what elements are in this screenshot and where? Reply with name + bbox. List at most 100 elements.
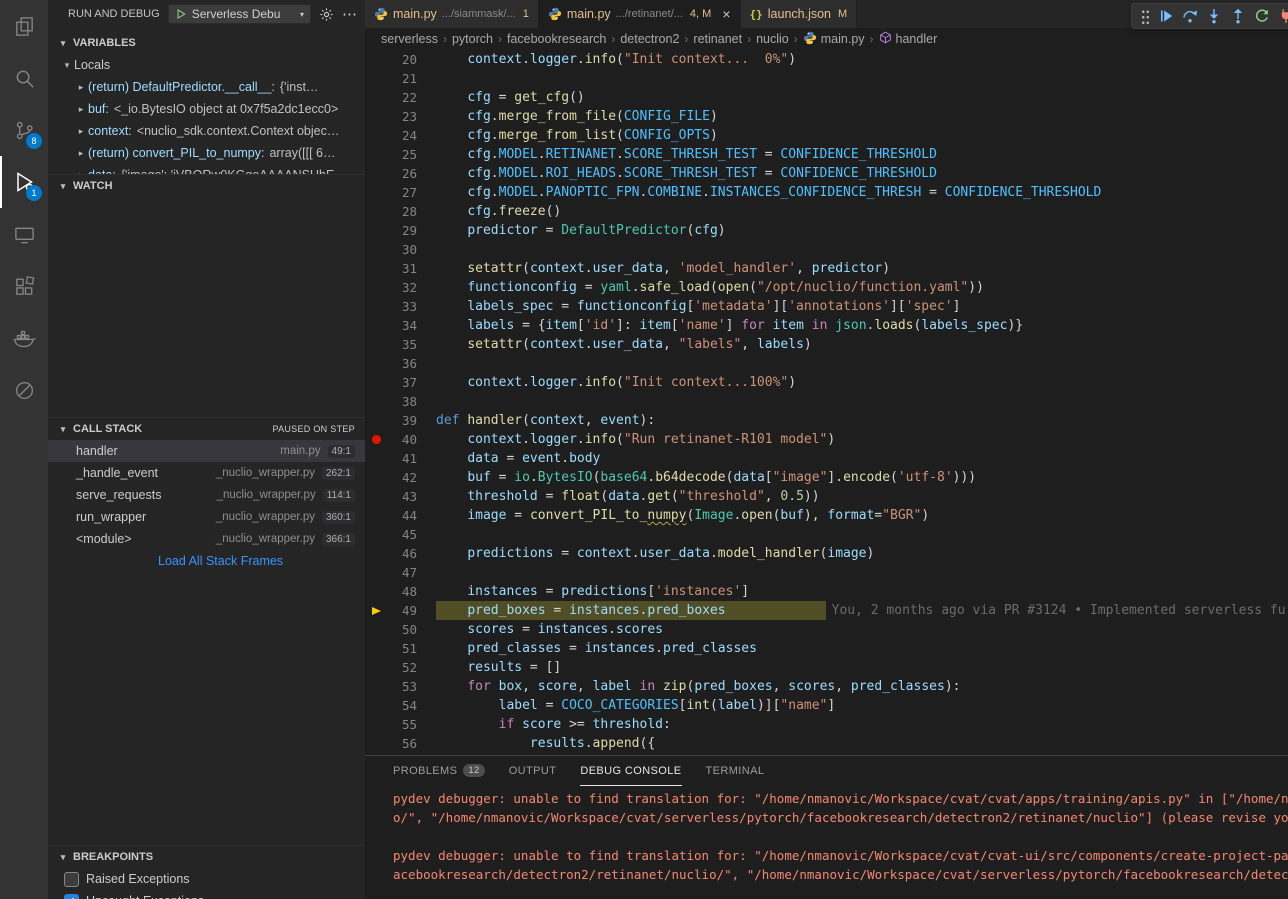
frame-name: <module> <box>76 532 132 546</box>
checkbox[interactable] <box>64 872 79 887</box>
gutter-glyph-margin[interactable] <box>365 278 387 297</box>
gutter-glyph-margin[interactable] <box>365 259 387 278</box>
close-icon[interactable]: × <box>722 7 730 21</box>
breadcrumb-item[interactable]: nuclio <box>756 32 789 46</box>
gutter-glyph-margin[interactable] <box>365 202 387 221</box>
gutter-glyph-margin[interactable] <box>365 411 387 430</box>
gutter-glyph-margin[interactable] <box>365 677 387 696</box>
line-number: 33 <box>387 297 417 316</box>
docker-icon[interactable] <box>0 312 48 364</box>
breadcrumb-item[interactable]: handler <box>879 31 938 47</box>
gutter-glyph-margin[interactable] <box>365 563 387 582</box>
gutter-glyph-margin[interactable] <box>365 582 387 601</box>
continue-button[interactable] <box>1158 8 1174 24</box>
variable-row[interactable]: ▸(return) convert_PIL_to_numpy:array([[[… <box>48 142 365 164</box>
panel-tab-problems[interactable]: PROBLEMS12 <box>393 756 485 786</box>
gutter-glyph-margin[interactable] <box>365 506 387 525</box>
gutter-glyph-margin[interactable] <box>365 88 387 107</box>
gutter-glyph-margin[interactable] <box>365 107 387 126</box>
gutter-glyph-margin[interactable] <box>365 449 387 468</box>
variables-scope-locals[interactable]: ▾Locals <box>48 54 365 76</box>
breakpoints-section-header[interactable]: ▾ BREAKPOINTS <box>48 846 365 868</box>
stack-frame-row[interactable]: run_wrapper_nuclio_wrapper.py360:1 <box>48 506 365 528</box>
gutter-glyph-margin[interactable] <box>365 297 387 316</box>
breakpoint-row[interactable]: ✓Uncaught Exceptions <box>48 890 365 899</box>
gear-icon[interactable] <box>319 7 334 22</box>
gutter-glyph-margin[interactable] <box>365 525 387 544</box>
stack-frame-row[interactable]: <module>_nuclio_wrapper.py366:1 <box>48 528 365 550</box>
gutter-glyph-margin[interactable] <box>365 316 387 335</box>
panel-tab-debug-console[interactable]: DEBUG CONSOLE <box>580 756 681 786</box>
more-actions-icon[interactable]: ⋯ <box>342 7 357 22</box>
start-debugging-icon[interactable] <box>175 8 187 20</box>
drag-grip[interactable] <box>1141 8 1150 24</box>
code-text: setattr(context.user_data, 'model_handle… <box>436 259 890 278</box>
gutter-glyph-margin[interactable] <box>365 354 387 373</box>
code-editor[interactable]: 20 context.logger.info("Init context... … <box>365 50 1288 755</box>
gutter-glyph-margin[interactable] <box>365 50 387 69</box>
gutter-glyph-margin[interactable] <box>365 430 387 449</box>
gutter-glyph-margin[interactable] <box>365 734 387 753</box>
breakpoint-icon <box>372 435 381 444</box>
gutter-glyph-margin[interactable] <box>365 69 387 88</box>
watch-section-header[interactable]: ▾ WATCH <box>48 175 365 197</box>
gutter-glyph-margin[interactable] <box>365 221 387 240</box>
restart-button[interactable] <box>1254 8 1270 24</box>
call-stack-section-header[interactable]: ▾ CALL STACK PAUSED ON STEP <box>48 418 365 440</box>
variable-row[interactable]: ▸(return) DefaultPredictor.__call__:{'in… <box>48 76 365 98</box>
gutter-glyph-margin[interactable] <box>365 601 387 620</box>
breadcrumb-item[interactable]: retinanet <box>693 32 742 46</box>
stack-frame-row[interactable]: handlermain.py49:1 <box>48 440 365 462</box>
gutter-glyph-margin[interactable] <box>365 392 387 411</box>
editor-tab[interactable]: {}launch.jsonM <box>741 0 858 28</box>
gutter-glyph-margin[interactable] <box>365 183 387 202</box>
gutter-glyph-margin[interactable] <box>365 126 387 145</box>
panel-tab-output[interactable]: OUTPUT <box>509 756 557 786</box>
step-into-button[interactable] <box>1206 8 1222 24</box>
source-control-icon[interactable]: 8 <box>0 104 48 156</box>
gutter-glyph-margin[interactable] <box>365 240 387 259</box>
gutter-glyph-margin[interactable] <box>365 696 387 715</box>
gutter-glyph-margin[interactable] <box>365 658 387 677</box>
stack-frame-row[interactable]: _handle_event_nuclio_wrapper.py262:1 <box>48 462 365 484</box>
run-and-debug-icon[interactable]: 1 <box>0 156 48 208</box>
extensions-icon[interactable] <box>0 260 48 312</box>
gutter-glyph-margin[interactable] <box>365 715 387 734</box>
gutter-glyph-margin[interactable] <box>365 468 387 487</box>
gutter-glyph-margin[interactable] <box>365 620 387 639</box>
gutter-glyph-margin[interactable] <box>365 164 387 183</box>
launch-config-picker[interactable]: Serverless Debu ▾ <box>168 4 311 24</box>
stack-frame-row[interactable]: serve_requests_nuclio_wrapper.py114:1 <box>48 484 365 506</box>
gutter-glyph-margin[interactable] <box>365 487 387 506</box>
remote-explorer-icon[interactable] <box>0 208 48 260</box>
step-out-button[interactable] <box>1230 8 1246 24</box>
breadcrumb-item[interactable]: serverless <box>381 32 438 46</box>
editor-tab[interactable]: main.py.../siammask/...1 <box>365 0 539 28</box>
gutter-glyph-margin[interactable] <box>365 145 387 164</box>
variable-value: <_io.BytesIO object at 0x7f5a2dc1ecc0> <box>114 102 338 116</box>
explorer-icon[interactable] <box>0 0 48 52</box>
breakpoints-section: ▾ BREAKPOINTS Raised Exceptions✓Uncaught… <box>48 845 365 899</box>
disconnect-button[interactable] <box>1278 8 1288 24</box>
variable-row[interactable]: ▸data:{'image': 'iVBORw0KGgoAAAANSUhE… <box>48 164 365 174</box>
load-all-stack-frames-link[interactable]: Load All Stack Frames <box>48 550 365 572</box>
variable-row[interactable]: ▸context:<nuclio_sdk.context.Context obj… <box>48 120 365 142</box>
variables-section-header[interactable]: ▾ VARIABLES <box>48 32 365 54</box>
gutter-glyph-margin[interactable] <box>365 639 387 658</box>
plugin-icon[interactable] <box>0 364 48 416</box>
breakpoint-row[interactable]: Raised Exceptions <box>48 868 365 890</box>
gutter-glyph-margin[interactable] <box>365 373 387 392</box>
checkbox[interactable]: ✓ <box>64 894 79 899</box>
search-icon[interactable] <box>0 52 48 104</box>
gutter-glyph-margin[interactable] <box>365 544 387 563</box>
gutter-glyph-margin[interactable] <box>365 335 387 354</box>
line-number: 20 <box>387 50 417 69</box>
breadcrumb-item[interactable]: facebookresearch <box>507 32 606 46</box>
step-over-button[interactable] <box>1182 8 1198 24</box>
variable-row[interactable]: ▸buf:<_io.BytesIO object at 0x7f5a2dc1ec… <box>48 98 365 120</box>
breadcrumb-item[interactable]: detectron2 <box>620 32 679 46</box>
panel-tab-terminal[interactable]: TERMINAL <box>706 756 765 786</box>
breadcrumb-item[interactable]: main.py <box>803 31 865 48</box>
editor-tab[interactable]: main.py.../retinanet/...4, M× <box>539 0 741 28</box>
breadcrumb-item[interactable]: pytorch <box>452 32 493 46</box>
